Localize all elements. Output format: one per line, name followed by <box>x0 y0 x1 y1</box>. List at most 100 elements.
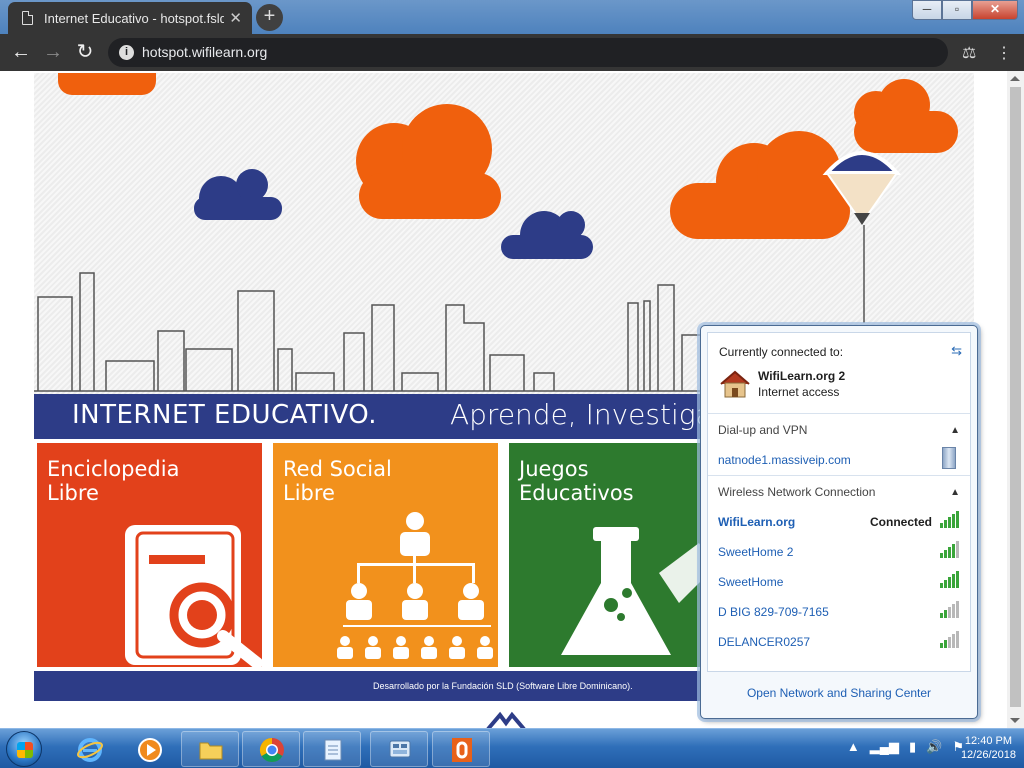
screen: Internet Educativo - hotspot.fsld. ✕ + ─… <box>0 0 1024 768</box>
signal-bar <box>948 517 951 528</box>
current-network-status: Internet access <box>758 385 840 399</box>
folder-icon <box>199 742 223 760</box>
control-panel-icon <box>389 740 411 758</box>
signal-bar <box>944 550 947 558</box>
taskbar-ie-button[interactable] <box>60 731 118 767</box>
signal-bar <box>944 610 947 618</box>
minimize-button[interactable]: ─ <box>912 0 942 20</box>
ie-icon <box>77 738 103 762</box>
tile-enciclopedia[interactable]: Enciclopedia Libre <box>37 443 262 667</box>
wifi-network-name[interactable]: SweetHome 2 <box>718 545 793 559</box>
maximize-button[interactable]: ▫ <box>942 0 972 20</box>
wifi-network-name[interactable]: DELANCER0257 <box>718 635 810 649</box>
wifi-network-name[interactable]: D BIG 829-709-7165 <box>718 605 829 619</box>
page-icon <box>22 11 33 25</box>
system-clock[interactable]: 12:40 PM 12/26/2018 <box>961 734 1016 762</box>
page-scrollbar[interactable] <box>1007 71 1024 728</box>
media-player-icon <box>138 738 162 762</box>
collapse-chevron-icon[interactable]: ▲ <box>950 425 960 436</box>
wireless-section-header[interactable]: Wireless Network Connection <box>718 485 875 499</box>
cloud-shape <box>670 131 850 239</box>
tab-title: Internet Educativo - hotspot.fsld. <box>44 10 224 26</box>
close-window-button[interactable]: ✕ <box>972 0 1018 20</box>
signal-bar <box>940 613 943 618</box>
signal-bar <box>948 577 951 588</box>
signal-bar <box>956 541 959 558</box>
network-list-panel: Currently connected to: ⇆ WifiLearn.org … <box>707 332 971 672</box>
taskbar-control-panel-button[interactable] <box>370 731 428 767</box>
power-icon[interactable]: ▮ <box>909 739 916 755</box>
menu-kebab-icon[interactable]: ⋮ <box>996 43 1012 63</box>
start-button[interactable] <box>6 731 42 767</box>
site-info-icon[interactable]: i <box>119 45 134 60</box>
taskbar-office-button[interactable] <box>432 731 490 767</box>
signal-bar <box>948 607 951 618</box>
signal-bars-icon <box>940 601 962 618</box>
reload-icon[interactable]: ↻ <box>72 40 98 66</box>
cloud-shape <box>356 104 501 219</box>
close-tab-icon[interactable]: ✕ <box>229 9 242 27</box>
signal-bar <box>956 511 959 528</box>
book-magnifier-icon <box>125 525 262 667</box>
banner-title: INTERNET EDUCATIVO. <box>72 400 377 430</box>
wifi-connected-status: Connected <box>870 515 933 529</box>
network-flyout: Currently connected to: ⇆ WifiLearn.org … <box>700 325 978 719</box>
new-tab-button[interactable]: + <box>256 4 283 31</box>
tile-red-social[interactable]: Red Social Libre <box>273 443 498 667</box>
notepad-icon <box>324 739 342 761</box>
signal-bar <box>956 631 959 648</box>
signal-bar <box>944 640 947 648</box>
wifi-network-name[interactable]: WifiLearn.org <box>718 515 795 529</box>
taskbar: ▲ ▂▄▆ ▮ 🔊 ⚑ 12:40 PM 12/26/2018 <box>0 728 1024 768</box>
clock-time: 12:40 PM <box>964 735 1013 747</box>
scroll-down-icon[interactable] <box>1010 718 1020 723</box>
network-signal-icon[interactable]: ▂▄▆ <box>870 739 899 755</box>
signal-bar <box>940 583 943 588</box>
signal-bar <box>952 604 955 618</box>
show-hidden-icons-icon[interactable]: ▲ <box>847 739 860 755</box>
browser-tab[interactable]: Internet Educativo - hotspot.fsld. ✕ <box>8 2 252 34</box>
chrome-icon <box>259 738 284 763</box>
signal-bars-icon <box>940 631 962 648</box>
signal-bars-icon <box>940 511 962 528</box>
signal-bar <box>956 571 959 588</box>
logo-mark-icon <box>486 711 526 728</box>
forward-arrow-icon[interactable]: → <box>40 40 66 66</box>
signal-bar <box>952 514 955 528</box>
footer-text: Desarrollado por la Fundación SLD (Softw… <box>373 681 633 691</box>
current-network-name: WifiLearn.org 2 <box>758 369 846 383</box>
taskbar-explorer-button[interactable] <box>181 731 239 767</box>
collapse-chevron-icon[interactable]: ▲ <box>950 487 960 498</box>
signal-bar <box>944 580 947 588</box>
address-bar[interactable]: i hotspot.wifilearn.org <box>108 38 948 67</box>
cloud-shape <box>501 211 593 259</box>
signal-bar <box>948 547 951 558</box>
taskbar-notepad-button[interactable] <box>303 731 361 767</box>
wifi-network-name[interactable]: SweetHome <box>718 575 783 589</box>
org-chart-people-icon <box>337 512 493 659</box>
back-arrow-icon[interactable]: ← <box>8 40 34 66</box>
extension-icon[interactable]: ⚖ <box>962 43 976 63</box>
signal-bars-icon <box>940 571 962 588</box>
signal-bar <box>952 574 955 588</box>
tab-strip: Internet Educativo - hotspot.fsld. ✕ + ─… <box>0 0 1024 34</box>
window-controls: ─ ▫ ✕ <box>912 0 1018 20</box>
refresh-icon[interactable]: ⇆ <box>951 343 962 359</box>
taskbar-media-button[interactable] <box>120 731 178 767</box>
signal-bar <box>940 553 943 558</box>
volume-icon[interactable]: 🔊 <box>926 739 942 755</box>
dialup-section-header[interactable]: Dial-up and VPN <box>718 423 807 437</box>
taskbar-chrome-button[interactable] <box>242 731 300 767</box>
scroll-thumb[interactable] <box>1010 87 1021 707</box>
open-network-center-link[interactable]: Open Network and Sharing Center <box>701 686 977 700</box>
scroll-up-icon[interactable] <box>1010 76 1020 81</box>
signal-bar <box>952 634 955 648</box>
browser-toolbar: ← → ↻ i hotspot.wifilearn.org ⚖ ⋮ <box>0 34 1024 71</box>
clock-date: 12/26/2018 <box>960 749 1016 761</box>
signal-bar <box>940 643 943 648</box>
vpn-item[interactable]: natnode1.massiveip.com <box>718 453 851 467</box>
cloud-shape <box>194 169 282 220</box>
signal-bar <box>952 544 955 558</box>
banner-subtitle: Aprende, Investiga <box>450 398 713 431</box>
divider <box>708 413 970 414</box>
